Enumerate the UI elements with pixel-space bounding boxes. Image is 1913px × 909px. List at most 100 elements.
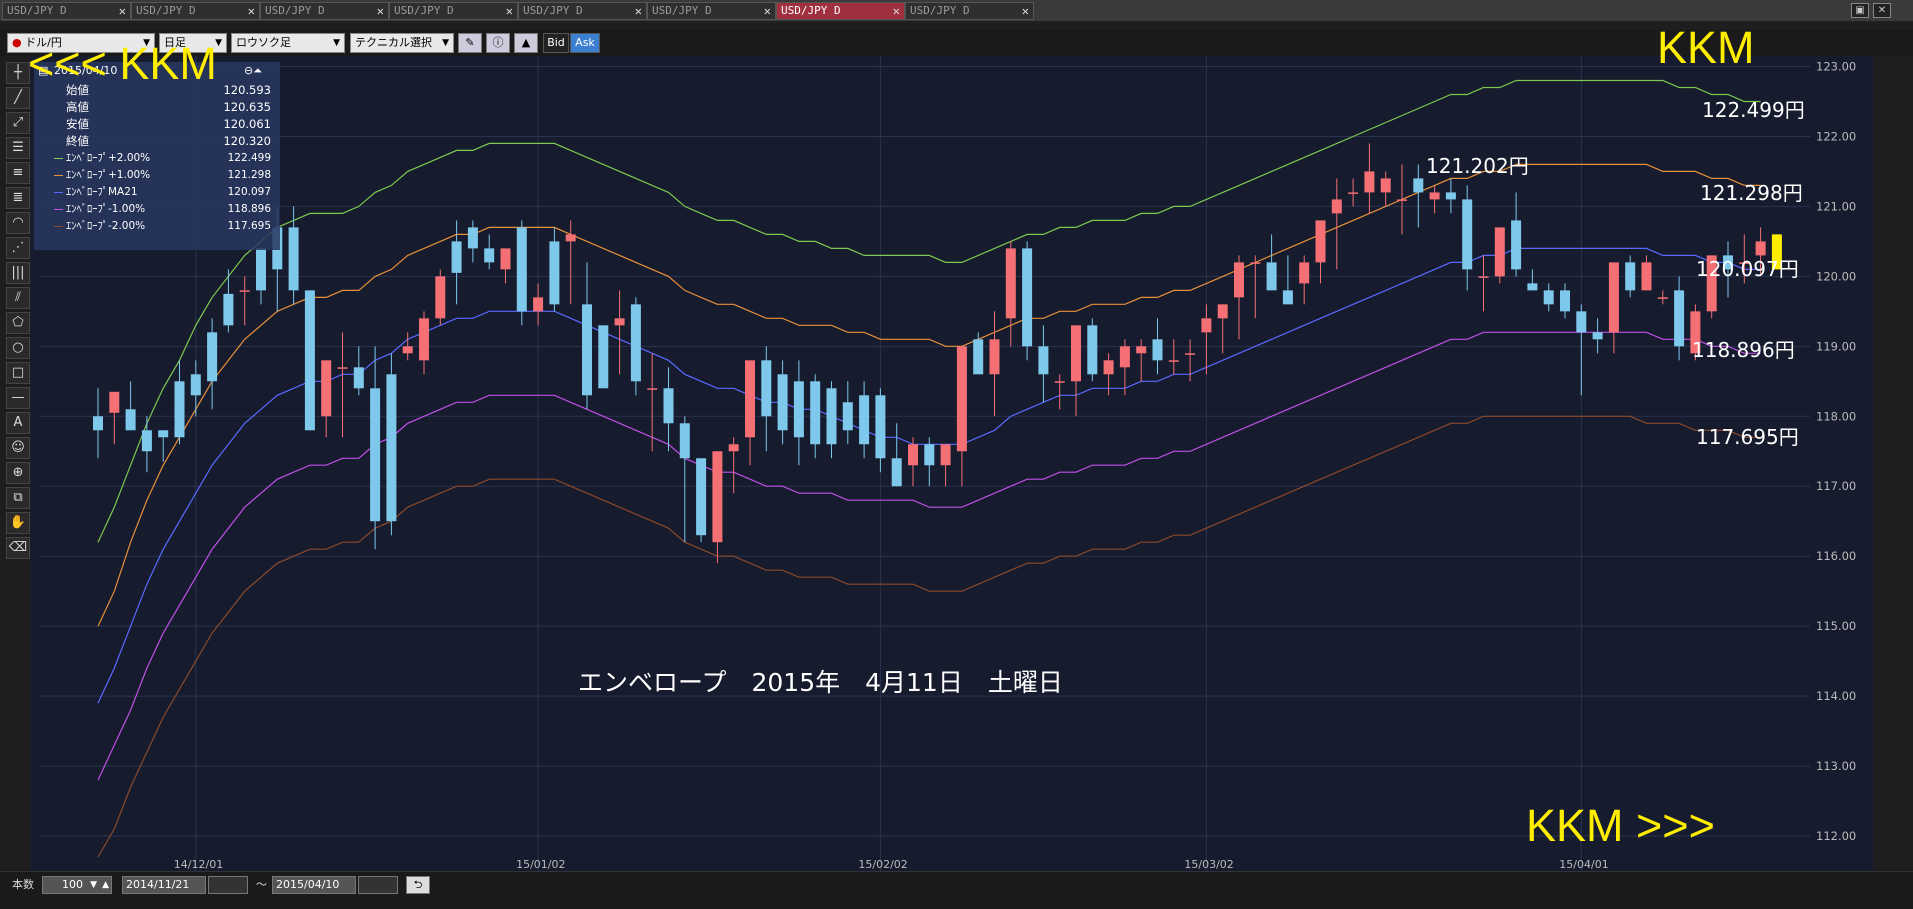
fib-icon[interactable]: ≣	[6, 187, 30, 209]
tab-usdjpy-2[interactable]: USD/JPY D ✕	[131, 2, 260, 20]
rectangle-icon[interactable]: □	[6, 362, 30, 384]
end-date-input[interactable]: 2015/04/10	[272, 876, 356, 894]
tab-usdjpy-1[interactable]: USD/JPY D ✕	[2, 2, 131, 20]
candle-body	[745, 360, 755, 438]
legend-label: ｴﾝﾍﾞﾛｰﾌﾟ-2.00%	[66, 220, 146, 232]
chart-style-icon[interactable]: ▲	[514, 33, 538, 53]
legend-value: 122.499	[227, 152, 271, 164]
candle-body	[1608, 262, 1619, 333]
ray-icon[interactable]: ⤢	[6, 112, 30, 134]
close-icon[interactable]: ✕	[893, 3, 900, 19]
candle-body	[924, 444, 935, 466]
candle-body	[1331, 199, 1342, 214]
line-icon[interactable]: —	[6, 387, 30, 409]
legend-swatch	[54, 158, 63, 159]
copy-icon[interactable]: ⧉	[6, 487, 30, 509]
fan-icon[interactable]: ⋰	[6, 237, 30, 259]
candle-body	[1348, 192, 1359, 194]
tab-usdjpy-6[interactable]: USD/JPY D ✕	[647, 2, 776, 20]
price-label-ma21: 120.097円	[1696, 257, 1799, 281]
start-time-input[interactable]	[208, 876, 248, 894]
close-icon[interactable]: ✕	[119, 3, 126, 19]
tab-usdjpy-5[interactable]: USD/JPY D ✕	[518, 2, 647, 20]
hand-icon[interactable]: ✋	[6, 512, 30, 534]
tab-usdjpy-3[interactable]: USD/JPY D ✕	[260, 2, 389, 20]
arc-icon[interactable]: ◠	[6, 212, 30, 234]
close-window-icon[interactable]: ✕	[1873, 3, 1891, 18]
candle-body	[223, 293, 234, 326]
candle-body	[1527, 283, 1538, 291]
tab-usdjpy-7-active[interactable]: USD/JPY D ✕	[776, 2, 905, 20]
trendline-icon[interactable]: ╱	[6, 87, 30, 109]
circle-icon[interactable]: ○	[6, 337, 30, 359]
tab-usdjpy-4[interactable]: USD/JPY D ✕	[389, 2, 518, 20]
candle-body	[190, 374, 201, 396]
bid-button[interactable]: Bid	[543, 33, 569, 53]
info-icon[interactable]: ⓘ	[486, 33, 510, 53]
end-time-input[interactable]	[358, 876, 398, 894]
price-label-env-minus2: 117.695円	[1696, 425, 1799, 449]
technical-select[interactable]: テクニカル選択 ▼	[350, 33, 454, 53]
candle-body	[402, 346, 413, 354]
magnet-icon[interactable]: ⊕	[6, 462, 30, 484]
close-icon[interactable]: ✕	[377, 3, 384, 19]
candle-body	[1445, 192, 1456, 200]
close-icon[interactable]: ✕	[1022, 3, 1029, 19]
candle-body	[93, 416, 103, 431]
restore-icon[interactable]: ▣	[1851, 3, 1869, 18]
legend-label: ｴﾝﾍﾞﾛｰﾌﾟ+2.00%	[66, 152, 151, 164]
candle-body	[1152, 339, 1163, 361]
text-icon[interactable]: A	[6, 412, 30, 434]
y-tick-label: 113.00	[1816, 759, 1856, 773]
x-tick-label: 14/12/01	[174, 858, 223, 871]
polygon-icon[interactable]: ⬠	[6, 312, 30, 334]
channel-icon[interactable]: ≡	[6, 162, 30, 184]
candle-body	[1201, 318, 1212, 333]
candle-body	[973, 339, 984, 375]
tab-usdjpy-8[interactable]: USD/JPY D ✕	[905, 2, 1034, 20]
legend-value: 120.061	[223, 117, 271, 131]
legend-row-env-ma21: ｴﾝﾍﾞﾛｰﾌﾟMA21 120.097	[54, 184, 279, 200]
vertical-lines-icon[interactable]: |||	[6, 262, 30, 284]
candle-body	[728, 444, 739, 452]
chart-type-select[interactable]: ロウソク足 ▼	[231, 33, 345, 53]
candle-body	[353, 367, 364, 389]
candle-body	[1397, 199, 1407, 201]
candle-body	[614, 318, 625, 326]
candle-body	[1641, 262, 1652, 291]
crosshair-icon[interactable]: ┼	[6, 62, 30, 84]
pen-icon[interactable]: ✎	[458, 33, 482, 53]
drawing-tools: ┼ ╱ ⤢ ☰ ≡ ≣ ◠ ⋰ ||| ⫽ ⬠ ○ □ — A ☺ ⊕ ⧉ ✋ …	[6, 62, 32, 562]
chart-area[interactable]: 123.00 122.00 121.00 120.00 119.00 118.00 117.…	[30, 56, 1873, 871]
legend-value: 120.320	[223, 134, 271, 148]
legend-collapse-icon[interactable]: ⊖⏶	[244, 64, 262, 78]
flag-icon: ●	[12, 36, 22, 49]
chevron-down-icon[interactable]: ▼	[90, 877, 97, 893]
start-date-input[interactable]: 2014/11/21	[122, 876, 206, 894]
ask-button[interactable]: Ask	[570, 33, 600, 53]
legend-label: 高値	[66, 100, 89, 114]
emoji-icon[interactable]: ☺	[6, 437, 30, 459]
legend-label: 安値	[66, 117, 89, 131]
candle-body	[370, 388, 381, 522]
eraser-icon[interactable]: ⌫	[6, 537, 30, 559]
close-icon[interactable]: ✕	[248, 3, 255, 19]
candle-body	[435, 276, 446, 319]
close-icon[interactable]: ✕	[635, 3, 642, 19]
candle-body	[239, 290, 250, 292]
horizontal-line-icon[interactable]: ☰	[6, 137, 30, 159]
legend-row-env-plus2: ｴﾝﾍﾞﾛｰﾌﾟ+2.00% 122.499	[54, 150, 279, 166]
close-icon[interactable]: ✕	[764, 3, 771, 19]
candle-body	[1674, 290, 1685, 347]
candle-body	[1511, 220, 1522, 270]
pitchfork-icon[interactable]: ⫽	[6, 287, 30, 309]
tab-label: USD/JPY D	[523, 4, 583, 17]
count-input[interactable]: 100 ▼ ▲	[42, 876, 112, 894]
legend-row-env-minus2: ｴﾝﾍﾞﾛｰﾌﾟ-2.00% 117.695	[54, 218, 279, 234]
candle-body	[1038, 346, 1049, 375]
refresh-icon[interactable]: ⮌	[406, 876, 430, 894]
candle-body	[533, 297, 544, 312]
chevron-up-icon[interactable]: ▲	[102, 877, 109, 893]
tab-bar: USD/JPY D ✕ USD/JPY D ✕ USD/JPY D ✕ USD/JPY…	[0, 0, 1913, 22]
close-icon[interactable]: ✕	[506, 3, 513, 19]
